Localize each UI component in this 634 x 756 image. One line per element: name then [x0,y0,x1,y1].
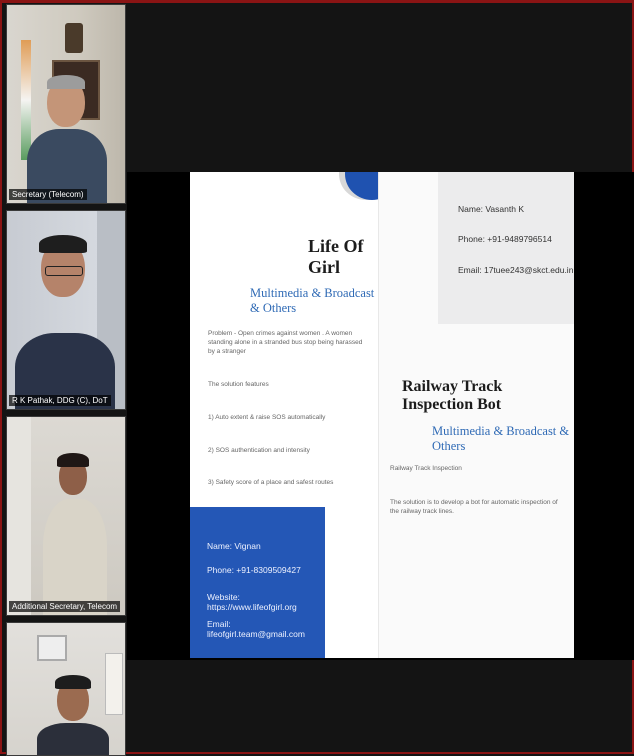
solution-text: The solution is to develop a bot for aut… [390,499,558,515]
project-title: Railway Track Inspection Bot [402,378,503,413]
contact-box: Name: Vignan Phone: +91-8309509427 Websi… [190,507,325,658]
participant-body [43,499,107,615]
participant-body [37,723,109,755]
feature-item: 1) Auto extent & raise SOS automatically [208,414,326,421]
participant-tile-4[interactable] [6,622,126,756]
flag [21,40,31,160]
wall-frame [37,635,67,661]
feature-item: 3) Safety score of a place and safest ro… [208,479,334,486]
contact-email: Email: 17tuee243@skct.edu.in [458,265,574,275]
participant-tile-3[interactable]: Additional Secretary, Telecom [6,416,126,616]
project-card-left: Life Of Girl Multimedia & Broadcast & Ot… [190,172,399,658]
contact-phone: Phone: +91-8309509427 [207,565,301,575]
glasses [45,266,83,276]
contact-name: Name: Vignan [207,541,261,551]
participant-sidebar: Secretary (Telecom) R K Pathak, DDG (C),… [6,4,126,756]
contact-phone: Phone: +91-9489796514 [458,234,552,244]
problem-text: Railway Track Inspection [390,465,462,472]
feature-item: 2) SOS authentication and intensity [208,447,310,454]
participant-name: Secretary (Telecom) [9,189,87,200]
participant-tile-2[interactable]: R K Pathak, DDG (C), DoT [6,210,126,410]
project-title: Life Of Girl [308,236,364,277]
problem-text: Problem - Open crimes against women . A … [208,330,363,355]
project-category: Multimedia & Broadcast & Others [432,424,570,453]
participant-tile-1[interactable]: Secretary (Telecom) [6,4,126,204]
contact-box: Name: Vasanth K Phone: +91-9489796514 Em… [438,172,574,324]
participant-name: Additional Secretary, Telecom [9,601,121,612]
contact-website: Website: https://www.lifeofgirl.org [207,592,297,612]
contact-name: Name: Vasanth K [458,204,524,214]
project-category: Multimedia & Broadcast & Others [250,286,375,315]
participant-name: R K Pathak, DDG (C), DoT [9,395,111,406]
presentation-slide: Life Of Girl Multimedia & Broadcast & Ot… [190,172,574,658]
emblem [65,23,83,53]
features-heading: The solution features [208,381,269,388]
contact-email: Email: lifeofgirl.team@gmail.com [207,619,305,639]
